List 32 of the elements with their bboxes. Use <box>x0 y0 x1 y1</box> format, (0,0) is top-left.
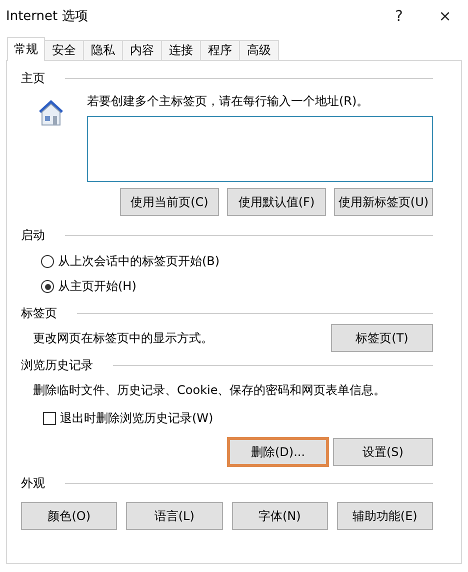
tab[interactable]: 程序 <box>200 40 240 60</box>
home-description: 若要创建多个主标签页，请在每行输入一个地址(R)。 <box>87 93 370 110</box>
section-heading: 浏览历史记录 <box>21 356 93 374</box>
section-heading: 标签页 <box>21 304 57 322</box>
action-button[interactable]: 字体(N) <box>232 502 328 530</box>
tab[interactable]: 高级 <box>239 40 279 60</box>
history-description: 删除临时文件、历史记录、Cookie、保存的密码和网页表单信息。 <box>33 382 386 399</box>
section-heading: 外观 <box>21 474 45 492</box>
action-button[interactable]: 标签页(T) <box>331 324 433 352</box>
action-button[interactable]: 颜色(O) <box>21 502 118 530</box>
tabs-description: 更改网页在标签页中的显示方式。 <box>33 330 213 346</box>
tab[interactable]: 安全 <box>44 40 84 60</box>
section-heading: 主页 <box>21 70 45 86</box>
address-field[interactable] <box>87 116 433 182</box>
action-button[interactable]: 辅助功能(E) <box>336 502 433 530</box>
action-button[interactable]: 设置(S) <box>333 438 433 466</box>
tab[interactable]: 隐私 <box>83 40 123 60</box>
radio-option[interactable]: 从主页开始(H) <box>41 277 433 296</box>
action-button[interactable]: 使用默认值(F) <box>227 188 326 216</box>
action-button[interactable]: 使用当前页(C) <box>120 188 219 216</box>
action-button[interactable]: 删除(D)... <box>228 438 328 466</box>
close-button[interactable]: × <box>422 0 468 32</box>
action-button[interactable]: 语言(L) <box>126 502 222 530</box>
tab[interactable]: 常规 <box>7 37 45 61</box>
help-button[interactable]: ? <box>376 0 422 32</box>
action-button[interactable]: 使用新标签页(U) <box>334 188 433 216</box>
checkbox-option[interactable]: 退出时删除浏览历史记录(W) <box>43 409 433 428</box>
tab[interactable]: 连接 <box>161 40 201 60</box>
radio-option[interactable]: 从上次会话中的标签页开始(B) <box>41 252 433 271</box>
window-title: Internet 选项 <box>6 8 89 25</box>
tab[interactable]: 内容 <box>122 40 162 60</box>
section-heading: 启动 <box>21 226 45 244</box>
